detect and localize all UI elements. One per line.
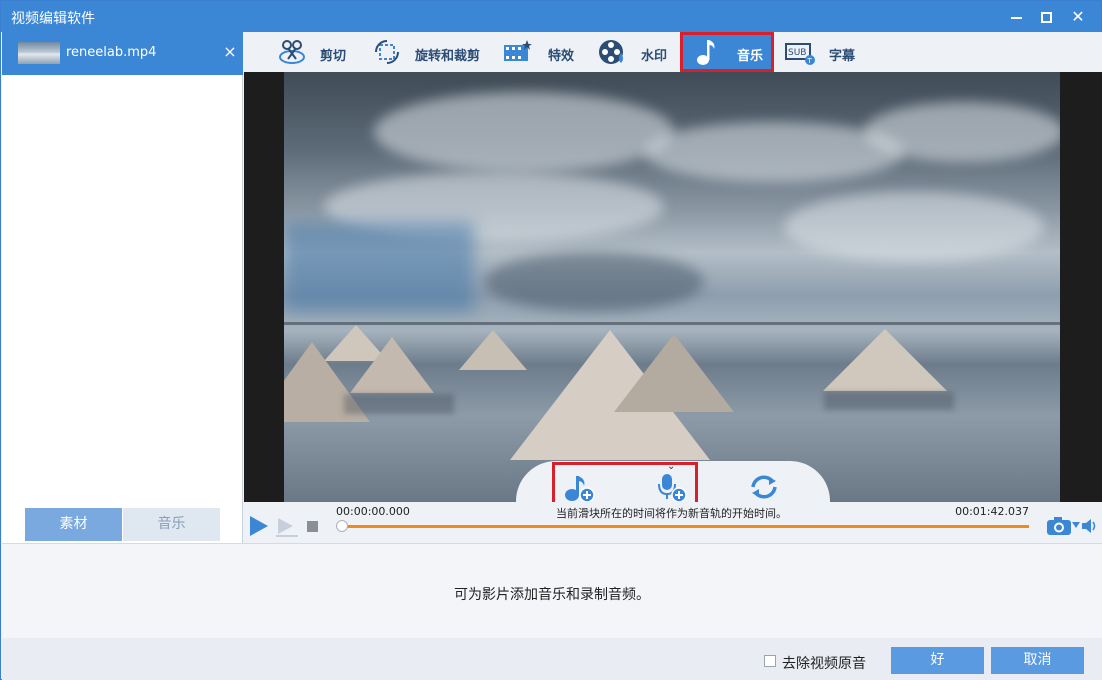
tool-cut[interactable]: 剪切	[277, 32, 357, 72]
tool-music-label: 音乐	[737, 49, 764, 64]
file-name: reneelab.mp4	[66, 45, 157, 60]
remove-audio-checkbox[interactable]	[764, 655, 776, 667]
window-title: 视频编辑软件	[11, 11, 95, 27]
play-icon[interactable]	[250, 516, 268, 536]
svg-text:SUB: SUB	[788, 48, 806, 58]
tab-music[interactable]: 音乐	[123, 508, 220, 541]
timeline-slider-handle[interactable]	[336, 520, 348, 532]
file-tab[interactable]: reneelab.mp4 ×	[2, 32, 243, 75]
music-info-area: 可为影片添加音乐和录制音频。	[2, 543, 1102, 638]
remove-audio-label[interactable]: 去除视频原音	[782, 653, 866, 673]
minimize-button[interactable]	[1001, 1, 1031, 32]
video-thumbnail	[18, 42, 60, 64]
watermark-icon	[599, 40, 623, 64]
music-note-icon	[697, 40, 715, 65]
video-preview-area: ⌄	[244, 72, 1102, 506]
tool-effects-label: 特效	[548, 49, 575, 64]
add-music-button[interactable]	[562, 470, 596, 504]
tool-watermark-label: 水印	[641, 49, 668, 64]
svg-text:T: T	[807, 57, 813, 65]
tool-subtitle-label: 字幕	[829, 49, 856, 64]
tool-cut-label: 剪切	[320, 49, 347, 64]
maximize-icon	[1040, 12, 1052, 23]
stop-icon[interactable]	[307, 521, 318, 532]
editor-window: 视频编辑软件 ✕ reneelab.mp4 × 素材 音乐 剪切 旋转和裁剪 特…	[0, 0, 1102, 680]
cancel-button[interactable]: 取消	[991, 647, 1084, 674]
end-time: 00:01:42.037	[955, 505, 1029, 518]
film-effects-icon	[504, 40, 532, 61]
subtitle-icon: SUB T	[785, 43, 815, 65]
refresh-audio-button[interactable]	[747, 470, 781, 504]
next-frame-icon[interactable]	[278, 518, 293, 534]
left-bottom-tabs: 素材 音乐	[25, 508, 221, 541]
video-frame	[284, 72, 1060, 502]
title-bar: 视频编辑软件 ✕	[1, 1, 1101, 32]
dialog-footer: 去除视频原音 好 取消	[2, 638, 1102, 680]
camera-icon[interactable]	[1046, 516, 1072, 536]
scissors-icon	[279, 40, 305, 64]
timeline-hint: 当前滑块所在的时间将作为新音轨的开始时间。	[556, 507, 787, 520]
close-file-icon[interactable]: ×	[221, 42, 239, 61]
tool-subtitle[interactable]: SUB T 字幕	[785, 32, 865, 72]
music-info-text: 可为影片添加音乐和录制音频。	[454, 587, 650, 603]
edit-toolbar: 剪切 旋转和裁剪 特效 水印 音乐 SUB T 字幕	[244, 32, 1102, 72]
tool-effects[interactable]: 特效	[502, 32, 582, 72]
camera-dropdown-icon[interactable]	[1072, 522, 1080, 528]
crop-rotate-icon	[375, 40, 399, 64]
tab-material[interactable]: 素材	[25, 508, 122, 541]
tool-rotate-crop[interactable]: 旋转和裁剪	[372, 32, 492, 72]
start-time: 00:00:00.000	[336, 505, 410, 518]
volume-icon[interactable]	[1081, 517, 1099, 535]
ok-button[interactable]: 好	[891, 647, 984, 674]
maximize-button[interactable]	[1031, 1, 1061, 32]
tool-watermark[interactable]: 水印	[597, 32, 677, 72]
tool-rotate-label: 旋转和裁剪	[415, 49, 481, 64]
timeline-track[interactable]	[341, 525, 1029, 528]
close-window-button[interactable]: ✕	[1063, 1, 1093, 32]
minimize-icon	[1010, 16, 1022, 19]
left-panel: reneelab.mp4 × 素材 音乐	[2, 32, 243, 543]
timeline-bar: 00:00:00.000 当前滑块所在的时间将作为新音轨的开始时间。 00:01…	[244, 502, 1102, 543]
tool-music[interactable]: 音乐	[680, 32, 774, 72]
record-audio-button[interactable]	[655, 470, 689, 504]
